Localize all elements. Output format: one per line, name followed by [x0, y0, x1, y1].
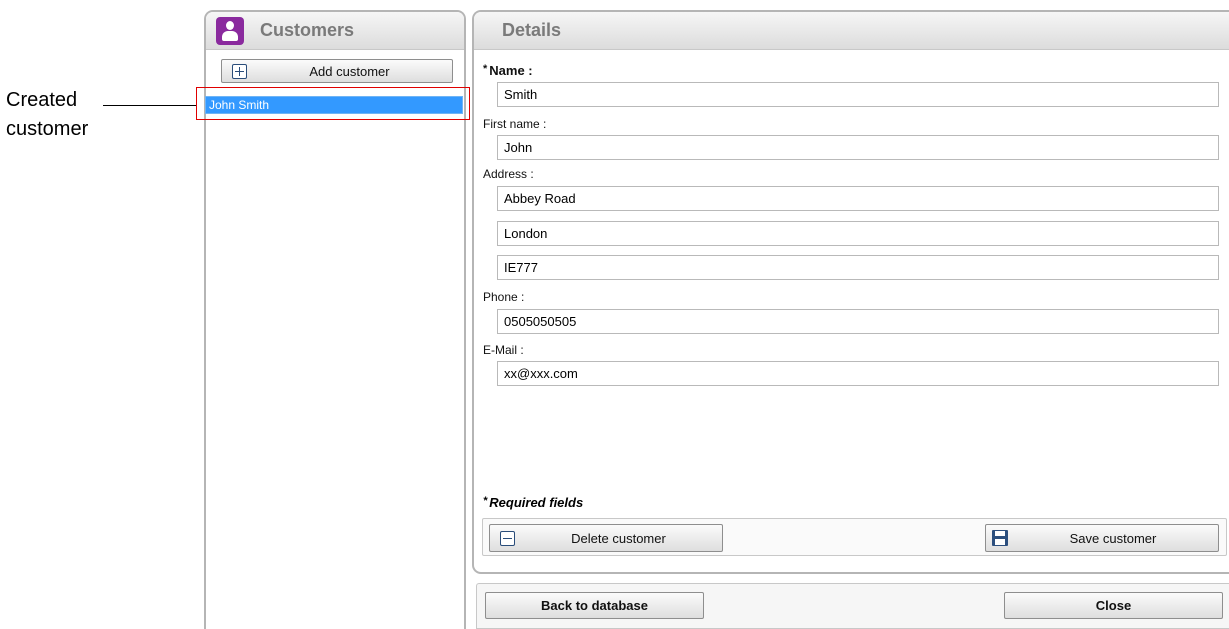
back-to-database-label: Back to database — [541, 598, 648, 613]
annotation-highlight-box — [196, 87, 470, 120]
annotation-text: Created customer — [6, 86, 88, 144]
delete-customer-button[interactable]: Delete customer — [489, 524, 723, 552]
address-line2-input[interactable]: London — [497, 221, 1219, 246]
name-input[interactable]: Smith — [497, 82, 1219, 107]
annotation-line-1: Created — [6, 89, 78, 111]
required-note-marker: * — [483, 495, 488, 507]
address-line1-input[interactable]: Abbey Road — [497, 186, 1219, 211]
address-line3-input[interactable]: IE777 — [497, 255, 1219, 280]
customer-icon — [216, 16, 244, 45]
plus-icon — [232, 63, 247, 79]
name-label: * Name : — [483, 63, 533, 78]
address-label: Address : — [483, 167, 534, 181]
first-name-label: First name : — [483, 117, 547, 131]
customers-panel-header: Customers — [206, 12, 464, 50]
name-label-text: Name : — [489, 63, 533, 78]
required-note-text: Required fields — [489, 495, 584, 510]
email-input[interactable]: xx@xxx.com — [497, 361, 1219, 386]
save-customer-button[interactable]: Save customer — [985, 524, 1219, 552]
minus-icon — [500, 530, 515, 546]
annotation-connector — [103, 105, 196, 106]
back-to-database-button[interactable]: Back to database — [485, 592, 704, 619]
required-marker: * — [483, 63, 488, 75]
delete-customer-label: Delete customer — [571, 530, 666, 546]
phone-label: Phone : — [483, 290, 525, 304]
phone-input[interactable]: 0505050505 — [497, 309, 1219, 334]
details-panel-title: Details — [502, 20, 562, 40]
save-customer-label: Save customer — [1069, 530, 1157, 546]
add-customer-button[interactable]: Add customer — [221, 59, 453, 83]
details-panel-header: Details — [474, 12, 1229, 50]
customers-panel-title: Customers — [260, 20, 355, 40]
required-fields-note: * Required fields — [483, 495, 583, 510]
save-icon — [992, 530, 1008, 546]
close-button[interactable]: Close — [1004, 592, 1223, 619]
close-label: Close — [1095, 598, 1132, 613]
annotation-line-2: customer — [6, 118, 89, 140]
add-customer-label: Add customer — [309, 63, 390, 79]
first-name-input[interactable]: John — [497, 135, 1219, 160]
email-label: E-Mail : — [483, 343, 524, 357]
